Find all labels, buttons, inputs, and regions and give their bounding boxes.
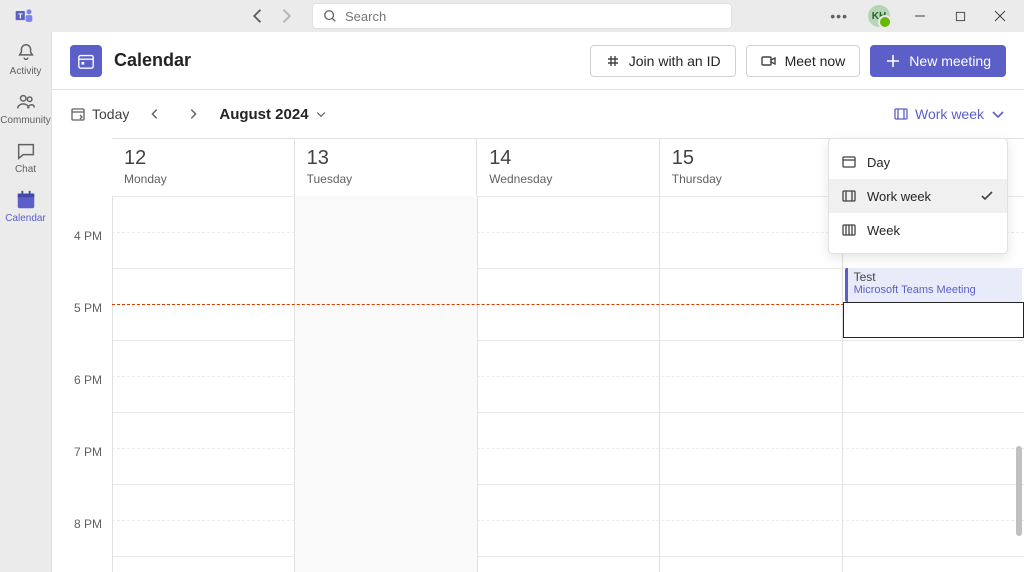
week-icon xyxy=(841,222,857,238)
workweek-icon xyxy=(893,106,909,122)
plus-icon xyxy=(885,53,901,69)
calendar-today-icon xyxy=(70,106,86,122)
menu-item-label: Work week xyxy=(867,189,931,204)
day-column[interactable] xyxy=(294,196,476,572)
view-menu-item-week[interactable]: Week xyxy=(829,213,1007,247)
time-gutter: 4 PM 5 PM 6 PM 7 PM 8 PM xyxy=(52,196,112,572)
day-name: Thursday xyxy=(672,172,830,186)
day-header[interactable]: 12 Monday xyxy=(112,139,294,196)
today-button[interactable]: Today xyxy=(70,106,129,122)
day-column[interactable] xyxy=(659,196,841,572)
page-title: Calendar xyxy=(114,50,191,71)
window-close-button[interactable] xyxy=(984,0,1016,32)
workweek-icon xyxy=(841,188,857,204)
button-label: Join with an ID xyxy=(629,53,721,69)
day-name: Tuesday xyxy=(307,172,465,186)
avatar-initials: KH xyxy=(872,11,886,22)
day-column[interactable] xyxy=(112,196,294,572)
rail-item-chat[interactable]: Chat xyxy=(0,140,52,175)
search-input-wrapper[interactable] xyxy=(312,3,732,29)
rail-label: Community xyxy=(0,115,51,126)
hash-icon xyxy=(605,53,621,69)
button-label: Meet now xyxy=(785,53,846,69)
day-header[interactable]: 14 Wednesday xyxy=(476,139,659,196)
day-number: 12 xyxy=(124,147,282,170)
time-label: 8 PM xyxy=(52,517,112,572)
scrollbar-thumb[interactable] xyxy=(1016,446,1022,536)
time-slot-selection[interactable] xyxy=(843,302,1024,338)
day-name: Monday xyxy=(124,172,282,186)
day-column[interactable] xyxy=(477,196,659,572)
app-rail: Activity Community Chat Calendar xyxy=(0,32,52,572)
join-with-id-button[interactable]: Join with an ID xyxy=(590,45,736,77)
svg-text:T: T xyxy=(18,12,23,21)
teams-logo-icon: T xyxy=(0,6,48,26)
menu-item-label: Week xyxy=(867,223,900,238)
day-icon xyxy=(841,154,857,170)
rail-label: Activity xyxy=(10,66,42,77)
video-icon xyxy=(761,53,777,69)
people-icon xyxy=(15,91,37,113)
page-header: Calendar Join with an ID Meet now New me… xyxy=(52,32,1024,90)
avatar[interactable]: KH xyxy=(868,5,890,27)
event-title: Test xyxy=(854,270,1016,284)
view-menu-item-day[interactable]: Day xyxy=(829,145,1007,179)
calendar-icon xyxy=(15,189,37,211)
rail-item-calendar[interactable]: Calendar xyxy=(0,189,52,224)
time-label: 5 PM xyxy=(52,301,112,373)
window-maximize-button[interactable] xyxy=(944,0,976,32)
more-options-button[interactable]: ••• xyxy=(824,8,854,24)
window-minimize-button[interactable] xyxy=(904,0,936,32)
calendar-badge-icon xyxy=(70,45,102,77)
calendar-event[interactable]: Test Microsoft Teams Meeting xyxy=(845,268,1022,302)
chevron-down-icon xyxy=(990,106,1006,122)
month-picker[interactable]: August 2024 xyxy=(219,106,326,123)
chevron-down-icon xyxy=(315,108,327,120)
time-label: 7 PM xyxy=(52,445,112,517)
view-menu: Day Work week Week xyxy=(828,138,1008,254)
button-label: New meeting xyxy=(909,53,991,69)
chat-icon xyxy=(15,140,37,162)
rail-item-community[interactable]: Community xyxy=(0,91,52,126)
meet-now-button[interactable]: Meet now xyxy=(746,45,861,77)
menu-item-label: Day xyxy=(867,155,890,170)
check-icon xyxy=(979,188,995,204)
search-input[interactable] xyxy=(345,9,721,24)
day-number: 15 xyxy=(672,147,830,170)
button-label: Today xyxy=(92,106,129,122)
rail-item-activity[interactable]: Activity xyxy=(0,42,52,77)
month-label-text: August 2024 xyxy=(219,106,308,123)
day-number: 14 xyxy=(489,147,647,170)
history-forward-button[interactable] xyxy=(276,6,296,26)
view-picker[interactable]: Work week xyxy=(893,106,1006,122)
view-menu-item-workweek[interactable]: Work week xyxy=(829,179,1007,213)
history-back-button[interactable] xyxy=(248,6,268,26)
time-label: 6 PM xyxy=(52,373,112,445)
prev-period-button[interactable] xyxy=(143,102,167,126)
day-number: 13 xyxy=(307,147,465,170)
bell-icon xyxy=(15,42,37,64)
time-label: 4 PM xyxy=(52,229,112,301)
search-icon xyxy=(323,9,337,23)
day-header[interactable]: 13 Tuesday xyxy=(294,139,477,196)
rail-label: Chat xyxy=(15,164,36,175)
new-meeting-button[interactable]: New meeting xyxy=(870,45,1006,77)
rail-label: Calendar xyxy=(5,213,46,224)
day-header[interactable]: 15 Thursday xyxy=(659,139,842,196)
event-subtitle: Microsoft Teams Meeting xyxy=(854,284,1016,296)
day-name: Wednesday xyxy=(489,172,647,186)
calendar-toolbar: Today August 2024 Work week Day xyxy=(52,90,1024,138)
next-period-button[interactable] xyxy=(181,102,205,126)
title-bar: T ••• KH xyxy=(0,0,1024,32)
view-label: Work week xyxy=(915,106,984,122)
